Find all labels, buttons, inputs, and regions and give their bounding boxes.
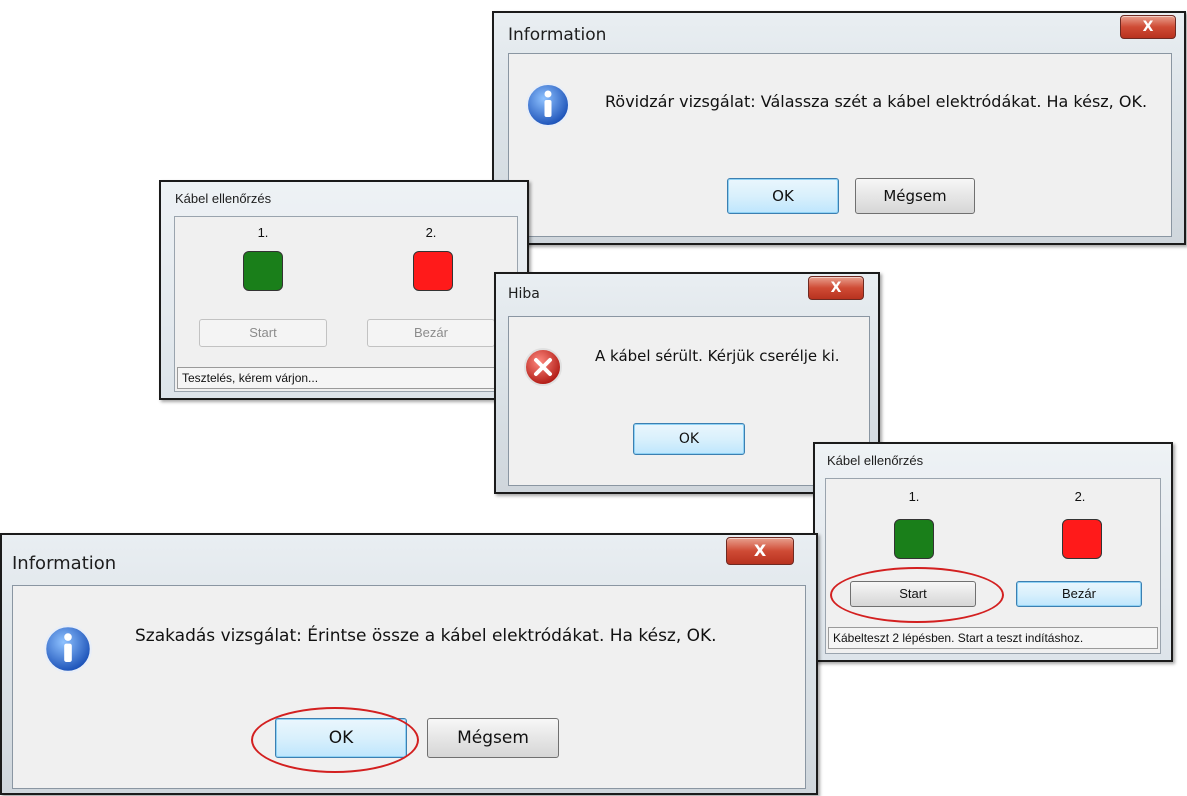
dialog-title: Information <box>508 25 607 45</box>
dialog-title: Hiba <box>508 286 540 302</box>
close-button[interactable]: Bezár <box>1016 581 1142 607</box>
cancel-button[interactable]: Mégsem <box>427 718 559 758</box>
led-1-label: 1. <box>908 489 920 504</box>
info-icon <box>526 83 570 127</box>
led-2-label: 2. <box>425 225 437 240</box>
dialog-title: Information <box>12 553 117 574</box>
info-icon <box>44 625 92 673</box>
close-button[interactable]: X <box>808 276 864 300</box>
dialog-client-area: Rövidzár vizsgálat: Válassza szét a kábe… <box>508 53 1172 237</box>
information-dialog-bottom: Information X Szakadás vizsgálat: Érints… <box>0 533 818 795</box>
dialog-title: Kábel ellenőrzés <box>827 453 924 468</box>
close-button[interactable]: X <box>726 537 794 565</box>
status-bar: Tesztelés, kérem várjon... <box>177 367 515 389</box>
close-button[interactable]: Bezár <box>367 319 495 347</box>
cancel-button[interactable]: Mégsem <box>855 178 975 214</box>
ok-button[interactable]: OK <box>633 423 745 455</box>
led-2-indicator <box>1062 519 1102 559</box>
cable-check-dialog-1: Kábel ellenőrzés 1. 2. Start Bezár Teszt… <box>159 180 529 400</box>
dialog-client-area: 1. 2. Start Bezár Tesztelés, kérem várjo… <box>174 216 518 392</box>
information-dialog-top: Information X Rövidzár vizsgálat: Válass… <box>492 11 1186 245</box>
led-2-label: 2. <box>1074 489 1086 504</box>
status-bar: Kábelteszt 2 lépésben. Start a teszt ind… <box>828 627 1158 649</box>
highlight-ring-start <box>830 567 1004 623</box>
dialog-message: A kábel sérült. Kérjük cserélje ki. <box>595 347 840 365</box>
led-2-indicator <box>413 251 453 291</box>
dialog-message: Szakadás vizsgálat: Érintse össze a kábe… <box>135 626 717 646</box>
led-1-indicator <box>894 519 934 559</box>
dialog-client-area: 1. 2. Start Bezár Kábelteszt 2 lépésben.… <box>825 478 1161 654</box>
highlight-ring-ok <box>251 707 419 773</box>
error-icon <box>524 348 562 386</box>
led-1-indicator <box>243 251 283 291</box>
start-button[interactable]: Start <box>199 319 327 347</box>
ok-button[interactable]: OK <box>727 178 839 214</box>
dialog-title: Kábel ellenőrzés <box>175 191 272 206</box>
close-button[interactable]: X <box>1120 15 1176 39</box>
led-1-label: 1. <box>257 225 269 240</box>
cable-check-dialog-2: Kábel ellenőrzés 1. 2. Start Bezár Kábel… <box>813 442 1173 662</box>
dialog-client-area: Szakadás vizsgálat: Érintse össze a kábe… <box>12 585 806 789</box>
dialog-message: Rövidzár vizsgálat: Válassza szét a kábe… <box>605 92 1148 111</box>
